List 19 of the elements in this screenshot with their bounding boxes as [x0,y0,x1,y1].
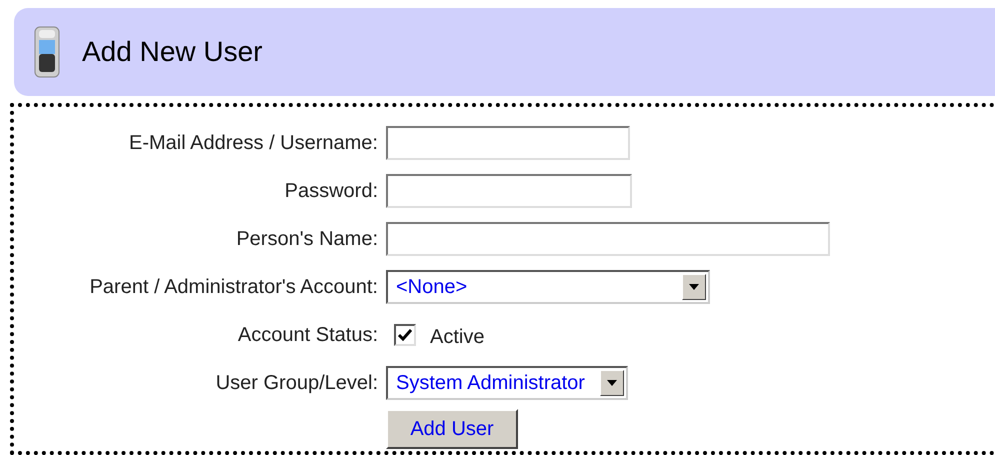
field-label: Password: [284,179,378,204]
dropdown[interactable]: System Administrator [386,366,628,400]
text-field[interactable] [386,126,630,160]
checkbox-label: Active [430,325,484,350]
field-label: Person's Name: [235,227,378,252]
text-field[interactable] [386,174,632,208]
field-label: Account Status: [236,323,378,348]
text-field[interactable] [386,222,830,256]
caret-icon [689,284,699,290]
dropdown[interactable]: <None> [386,270,710,304]
bottle-icon [34,26,60,78]
checkbox[interactable] [394,324,416,346]
check-icon [398,329,412,341]
add-user-button[interactable]: Add User [386,409,518,449]
header-title: Add New User [82,35,263,69]
field-label: E-Mail Address / Username: [128,131,378,156]
caret-icon [607,380,617,386]
field-label: Parent / Administrator's Account: [88,275,378,300]
field-label: User Group/Level: [214,371,378,396]
